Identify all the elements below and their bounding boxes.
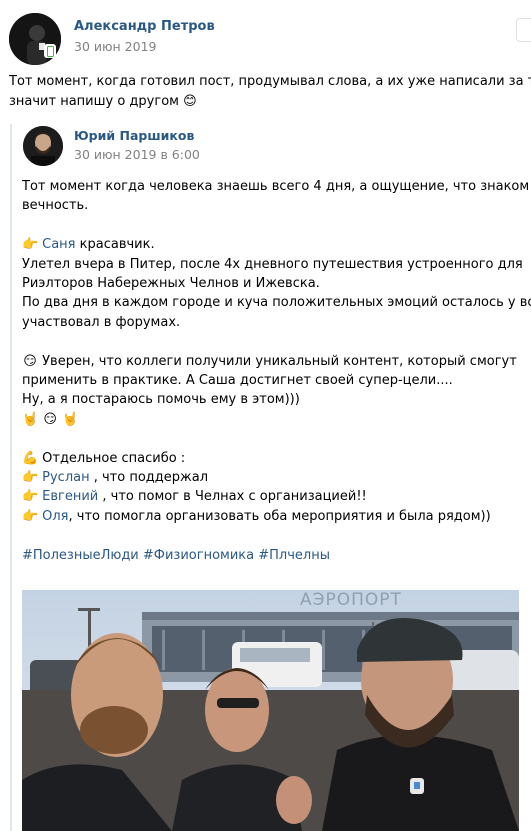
repost-date[interactable]: 30 июн 2019 в 6:00 — [74, 147, 200, 162]
text-line: 👉 Саня красавчик. — [22, 235, 527, 254]
text-line: Тот момент когда человека знаешь всего 4… — [22, 179, 530, 194]
text-fragment: красавчик. — [75, 237, 155, 253]
text-line: 👉 Руслан , что поддержал — [22, 468, 527, 487]
mention-link-sanya[interactable]: Саня — [42, 237, 75, 252]
airport-selfie-illustration: АЭРОПОРТ — [22, 590, 519, 831]
text-line: Риэлторов Набережных Челнов и Ижевска. — [22, 276, 320, 292]
text-line: По два дня в каждом городе и куча положи… — [22, 295, 531, 311]
smirk-icon: 😏 — [23, 353, 37, 369]
mention-link-olya[interactable]: Оля — [42, 509, 68, 524]
text-line: участвовал в форумах. — [22, 314, 181, 330]
text-fragment: , что поддержал — [89, 470, 209, 486]
text-line: 💪 Отдельное спасибо : — [22, 449, 527, 468]
mention-link-ruslan[interactable]: Руслан — [42, 470, 89, 485]
avatar-portrait — [23, 126, 63, 166]
pointing-hand-icon: 👉 — [22, 489, 39, 505]
post-text: Тот момент, когда готовил пост, продумыв… — [9, 72, 531, 112]
vk-post: Александр Петров 30 июн 2019 Тот момент,… — [0, 0, 531, 831]
airport-sign: АЭРОПОРТ — [300, 590, 402, 610]
emoji-line: 🤘 😏 🤘 — [22, 410, 527, 429]
text-line: 😏 Уверен, что коллеги получили уникальны… — [22, 352, 527, 371]
repost-text: Тот момент когда человека знаешь всего 4… — [22, 177, 531, 565]
hashtags[interactable]: #ПолезныеЛюди #Физиогномика #Плчелны — [22, 546, 527, 565]
repost-divider — [10, 124, 12, 831]
post-text-line: значит напишу о другом 😊 — [9, 94, 197, 109]
text-fragment: Отдельное спасибо : — [38, 450, 186, 466]
post-menu-button[interactable] — [516, 18, 531, 42]
post-text-line: Тот момент, когда готовил пост, продумыв… — [9, 74, 531, 89]
text-line: Улетел вчера в Питер, после 4х дневного … — [22, 256, 523, 272]
smirk-icon: 😏 — [43, 411, 57, 427]
mention-link-evgeniy[interactable]: Евгений — [42, 489, 98, 504]
pointing-hand-icon: 👉 — [22, 470, 39, 486]
author-name[interactable]: Александр Петров — [74, 19, 215, 34]
text-fragment: , что помогла организовать оба мероприят… — [68, 508, 491, 524]
text-fragment: Уверен, что коллеги получили уникальный … — [38, 353, 517, 369]
repost-author-name[interactable]: Юрий Паршиков — [74, 128, 194, 143]
repost-author-avatar[interactable] — [23, 126, 63, 166]
mobile-icon — [44, 44, 56, 58]
text-line: 👉 Евгений , что помог в Челнах с организ… — [22, 487, 527, 506]
rock-hand-icon: 🤘 — [62, 411, 79, 427]
flexed-biceps-icon: 💪 — [22, 450, 39, 466]
post-photo[interactable]: АЭРОПОРТ — [22, 590, 519, 831]
text-line: 👉 Оля, что помогла организовать оба меро… — [22, 507, 527, 526]
pointing-hand-icon: 👉 — [22, 508, 39, 524]
post-date[interactable]: 30 июн 2019 — [74, 39, 156, 54]
rock-hand-icon: 🤘 — [22, 411, 39, 427]
text-line: вечность. — [22, 198, 89, 214]
text-line: Ну, а я постараюсь помочь ему в этом))) — [22, 392, 300, 408]
pointing-hand-icon: 👉 — [22, 237, 39, 253]
text-fragment: , что помог в Челнах с организацией!! — [98, 489, 367, 505]
text-line: применить в практике. А Саша достигнет с… — [22, 373, 453, 389]
